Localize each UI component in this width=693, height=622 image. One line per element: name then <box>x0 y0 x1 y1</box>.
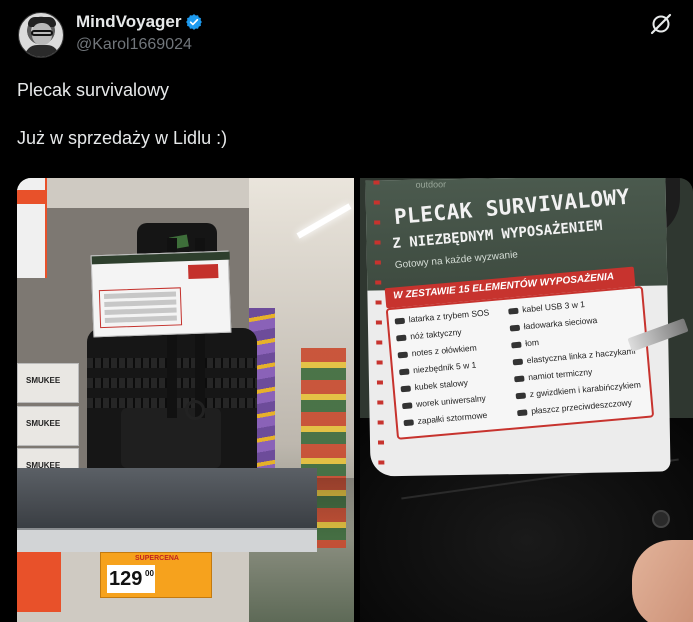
media-grid: SMUKEE SMUKEE SMUKEE SUPERCENA 129 00 ou… <box>17 178 693 622</box>
shelf-base <box>17 468 317 528</box>
shelf-edge <box>17 528 317 552</box>
list-item: notes z ołówkiem <box>397 343 477 360</box>
photo-backpack-shelf[interactable]: SMUKEE SMUKEE SMUKEE SUPERCENA 129 00 <box>17 178 354 622</box>
tweet-header: MindVoyager @Karol1669024 <box>16 10 677 60</box>
notebook-icon <box>397 351 409 359</box>
crowbar-icon <box>511 341 522 349</box>
list-item: nóż taktyczny <box>396 327 462 343</box>
avatar-body <box>25 45 59 57</box>
price-tag: SUPERCENA 129 00 <box>100 552 212 598</box>
knife-icon <box>396 334 407 342</box>
list-item: płaszcz przeciwdeszczowy <box>517 397 632 417</box>
sign-stripe <box>17 190 47 204</box>
orange-product <box>17 552 61 612</box>
brand-text: outdoor <box>415 179 447 190</box>
cup-icon <box>400 385 411 393</box>
d-ring <box>185 400 205 420</box>
verified-badge-icon <box>186 14 203 30</box>
charger-icon <box>509 324 521 332</box>
list-item: latarka z trybem SOS <box>394 307 490 325</box>
flashlight-icon <box>394 317 406 325</box>
whistle-icon <box>515 392 527 400</box>
product-hangtag <box>90 250 232 338</box>
hangtag-card: outdoor PLECAK SURVIVALOWY Z NIEZBĘDNYM … <box>365 178 671 477</box>
price-cents: 00 <box>145 569 154 578</box>
hangtag-items-box <box>98 287 183 329</box>
author-names: MindVoyager @Karol1669024 <box>76 12 203 54</box>
price-value: 129 <box>109 568 143 590</box>
usb-cable-icon <box>508 307 519 315</box>
hangtag-red-mark <box>188 263 219 280</box>
list-item: łom <box>511 337 539 349</box>
cord-icon <box>512 358 524 366</box>
list-item: kubek stalowy <box>400 377 468 393</box>
list-item: kabel USB 3 w 1 <box>508 299 585 316</box>
product-label: SMUKEE <box>26 376 61 385</box>
grok-icon[interactable] <box>649 12 673 36</box>
list-item: worek uniwersalny <box>401 393 486 410</box>
matches-icon <box>403 419 414 426</box>
avatar-glasses <box>31 30 53 36</box>
zipper-pull <box>652 510 670 528</box>
product-label: SMUKEE <box>26 419 61 428</box>
price-tag-label: SUPERCENA <box>135 555 179 562</box>
display-name[interactable]: MindVoyager <box>76 12 181 32</box>
price-box: 129 00 <box>107 565 155 593</box>
multitool-icon <box>399 368 410 376</box>
hangtag-subtitle: Gotowy na każde wyzwanie <box>394 249 519 272</box>
avatar[interactable] <box>18 12 64 58</box>
bag-icon <box>401 402 413 409</box>
list-item: namiot termiczny <box>514 367 593 384</box>
tweet-text: Plecak survivalowy Już w sprzedaży w Lid… <box>17 80 228 148</box>
handle[interactable]: @Karol1669024 <box>76 36 203 54</box>
side-price-sign <box>17 178 47 278</box>
product-box: SMUKEE <box>17 363 79 403</box>
list-item: niezbędnik 5 w 1 <box>399 360 477 377</box>
list-item: ładowarka sieciowa <box>509 315 598 333</box>
product-box: SMUKEE <box>17 406 79 446</box>
tent-icon <box>514 375 525 383</box>
photo-hangtag-closeup[interactable]: outdoor PLECAK SURVIVALOWY Z NIEZBĘDNYM … <box>360 178 693 622</box>
list-item: zapałki sztormowe <box>403 410 488 427</box>
list-item: elastyczna linka z haczykami <box>512 346 636 367</box>
display-name-row: MindVoyager <box>76 12 203 32</box>
raincoat-icon <box>517 409 528 416</box>
items-list: latarka z trybem SOS nóż taktyczny notes… <box>385 285 655 440</box>
